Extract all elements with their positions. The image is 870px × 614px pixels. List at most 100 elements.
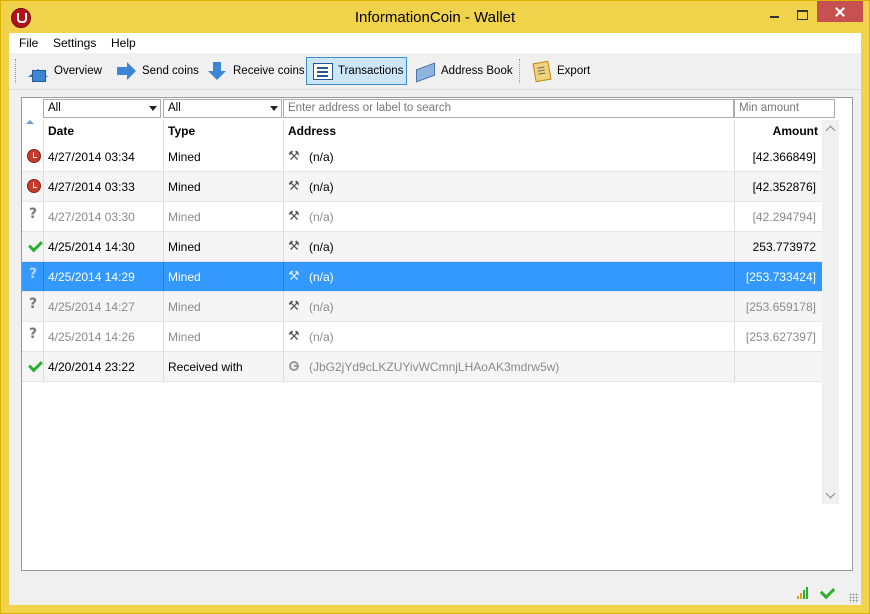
min-amount-input[interactable]: Min amount xyxy=(734,99,835,118)
row-address: (n/a) xyxy=(309,330,334,344)
type-filter-select[interactable]: All xyxy=(163,99,282,118)
row-address: (n/a) xyxy=(309,150,334,164)
scroll-up-icon[interactable] xyxy=(825,125,836,136)
question-icon: ? xyxy=(29,266,38,282)
sort-indicator-icon xyxy=(26,120,34,124)
row-address: (n/a) xyxy=(309,240,334,254)
table-row[interactable]: 4/20/2014 23:22 Received with (JbG2jYd9c… xyxy=(22,352,822,382)
connection-signal-icon xyxy=(797,587,811,599)
clock-icon xyxy=(27,149,41,163)
type-filter-value: All xyxy=(168,102,181,114)
toolbar-grip-2[interactable] xyxy=(519,59,523,83)
send-arrow-icon xyxy=(116,61,136,81)
row-date: 4/25/2014 14:27 xyxy=(48,300,135,314)
receive-address-icon xyxy=(289,361,299,371)
row-address: (JbG2jYd9cLKZUYivWCmnjLHAoAK3mdrw5w) xyxy=(309,360,560,374)
date-filter-select[interactable]: All xyxy=(43,99,161,118)
row-type: Mined xyxy=(168,180,201,194)
table-row[interactable]: 4/27/2014 03:34 Mined ⚒ (n/a) [42.366849… xyxy=(22,142,822,172)
table-row[interactable]: 4/25/2014 14:30 Mined ⚒ (n/a) 253.773972 xyxy=(22,232,822,262)
table-row[interactable]: ? 4/27/2014 03:30 Mined ⚒ (n/a) [42.2947… xyxy=(22,202,822,232)
row-date: 4/27/2014 03:34 xyxy=(48,150,135,164)
pickaxe-icon: ⚒ xyxy=(288,239,300,254)
question-icon: ? xyxy=(29,206,38,222)
question-icon: ? xyxy=(29,326,38,342)
row-date: 4/27/2014 03:30 xyxy=(48,210,135,224)
table-row[interactable]: ? 4/25/2014 14:27 Mined ⚒ (n/a) [253.659… xyxy=(22,292,822,322)
row-type: Mined xyxy=(168,330,201,344)
row-type: Mined xyxy=(168,240,201,254)
window-title: InformationCoin - Wallet xyxy=(354,9,516,26)
toolbar: Overview Send coins Receive coins Transa… xyxy=(9,53,861,90)
export-button[interactable]: Export xyxy=(526,57,595,85)
address-book-icon xyxy=(415,61,435,83)
table-row-selected[interactable]: ? 4/25/2014 14:29 Mined ⚒ (n/a) [253.733… xyxy=(22,262,822,292)
chevron-down-icon xyxy=(270,106,278,111)
row-address: (n/a) xyxy=(309,300,334,314)
address-book-button[interactable]: Address Book xyxy=(410,57,518,85)
pickaxe-icon: ⚒ xyxy=(288,269,300,284)
title-bar[interactable]: InformationCoin - Wallet xyxy=(1,1,869,33)
synced-checkmark-icon xyxy=(819,583,836,600)
vertical-scrollbar[interactable] xyxy=(822,120,839,504)
overview-label: Overview xyxy=(54,65,102,77)
toolbar-grip[interactable] xyxy=(15,59,19,83)
row-type: Mined xyxy=(168,300,201,314)
transactions-list-icon xyxy=(312,61,333,81)
address-search-input[interactable]: Enter address or label to search xyxy=(283,99,734,118)
row-date: 4/25/2014 14:29 xyxy=(48,270,135,284)
checkmark-icon xyxy=(28,237,43,253)
pickaxe-icon: ⚒ xyxy=(288,329,300,344)
chevron-down-icon xyxy=(149,106,157,111)
column-header-type[interactable]: Type xyxy=(168,124,195,138)
address-search-placeholder: Enter address or label to search xyxy=(288,102,452,114)
row-type: Mined xyxy=(168,210,201,224)
send-coins-label: Send coins xyxy=(142,65,199,77)
scroll-down-icon[interactable] xyxy=(825,488,836,499)
send-coins-button[interactable]: Send coins xyxy=(111,57,204,85)
address-book-label: Address Book xyxy=(441,65,513,77)
close-button[interactable] xyxy=(817,1,863,22)
row-date: 4/20/2014 23:22 xyxy=(48,360,135,374)
receive-coins-button[interactable]: Receive coins xyxy=(202,57,310,85)
table-row[interactable]: ? 4/25/2014 14:26 Mined ⚒ (n/a) [253.627… xyxy=(22,322,822,352)
row-amount: [42.294794] xyxy=(752,210,816,224)
transactions-button[interactable]: Transactions xyxy=(306,57,407,85)
menu-bar: File Settings Help xyxy=(9,33,861,53)
table-header: Date Type Address Amount xyxy=(22,120,822,143)
row-address: (n/a) xyxy=(309,270,334,284)
menu-file[interactable]: File xyxy=(19,36,38,50)
receive-coins-label: Receive coins xyxy=(233,65,305,77)
question-icon: ? xyxy=(29,296,38,312)
row-amount: 253.773972 xyxy=(752,240,816,254)
transactions-label: Transactions xyxy=(338,65,404,77)
resize-grip[interactable] xyxy=(849,593,859,603)
column-header-date[interactable]: Date xyxy=(48,124,74,138)
receive-arrow-icon xyxy=(207,61,227,81)
column-header-amount[interactable]: Amount xyxy=(773,124,818,138)
wallet-window: InformationCoin - Wallet File Settings H… xyxy=(0,0,870,614)
date-filter-value: All xyxy=(48,102,61,114)
pickaxe-icon: ⚒ xyxy=(288,149,300,164)
export-label: Export xyxy=(557,65,591,77)
column-header-address[interactable]: Address xyxy=(288,124,336,138)
row-address: (n/a) xyxy=(309,210,334,224)
overview-button[interactable]: Overview xyxy=(23,57,107,85)
row-type: Mined xyxy=(168,150,201,164)
row-amount: [253.659178] xyxy=(745,300,816,314)
table-row[interactable]: 4/27/2014 03:33 Mined ⚒ (n/a) [42.352876… xyxy=(22,172,822,202)
menu-settings[interactable]: Settings xyxy=(53,36,96,50)
menu-help[interactable]: Help xyxy=(111,36,136,50)
row-date: 4/27/2014 03:33 xyxy=(48,180,135,194)
row-address: (n/a) xyxy=(309,180,334,194)
house-icon xyxy=(28,57,48,82)
row-amount: [253.733424] xyxy=(745,270,816,284)
pickaxe-icon: ⚒ xyxy=(288,299,300,314)
maximize-button[interactable] xyxy=(789,1,816,29)
pickaxe-icon: ⚒ xyxy=(288,179,300,194)
clipboard-icon xyxy=(531,60,552,83)
minimize-button[interactable] xyxy=(761,1,788,29)
client-area: File Settings Help Overview Send coins R… xyxy=(9,33,861,605)
min-amount-placeholder: Min amount xyxy=(739,102,800,114)
row-type: Mined xyxy=(168,270,201,284)
